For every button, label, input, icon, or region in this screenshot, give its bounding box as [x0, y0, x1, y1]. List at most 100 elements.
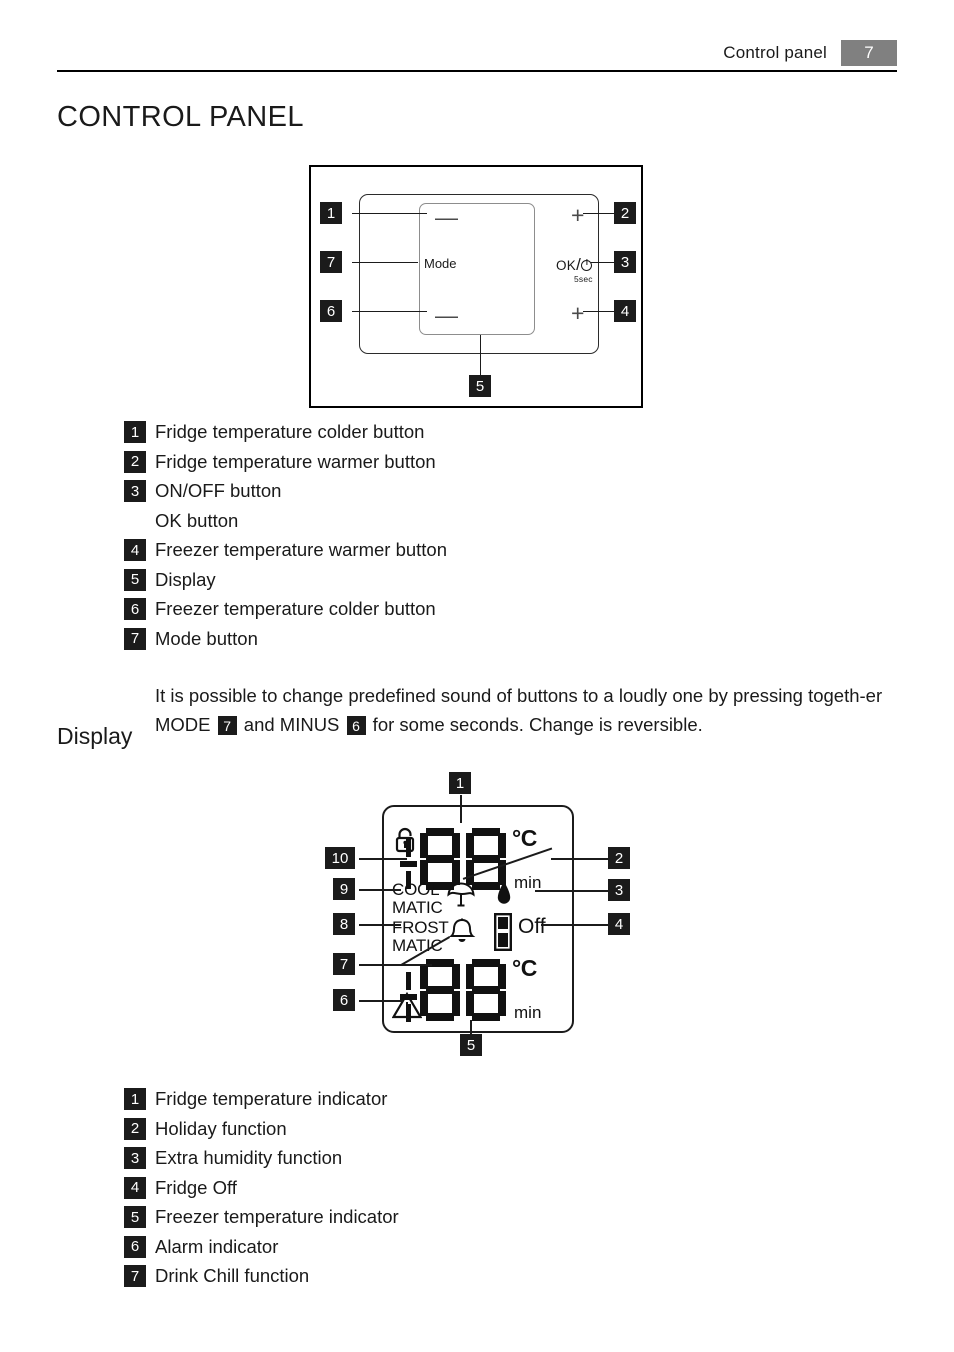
sound-change-note: It is possible to change predefined soun… [155, 681, 900, 739]
legend-text: Alarm indicator [155, 1235, 279, 1257]
digit [466, 959, 506, 1021]
list-item: 4 Fridge Off [124, 1176, 399, 1199]
list-item: 6 Alarm indicator [124, 1235, 399, 1258]
humidity-droplet-icon [496, 881, 512, 907]
legend-text: Mode button [155, 627, 258, 649]
warning-triangle-icon [392, 992, 422, 1019]
legend-text: Drink Chill function [155, 1265, 310, 1286]
display-callout-1: 1 [449, 772, 471, 794]
umbrella-holiday-icon [446, 881, 476, 911]
callout-1: 1 [320, 202, 342, 224]
list-item: 2 Fridge temperature warmer button [124, 450, 447, 473]
note-line-2c: for some seconds. Change is reversible. [367, 713, 703, 735]
display-legend: 1 Fridge temperature indicator 2 Holiday… [124, 1088, 399, 1295]
display-callout-9: 9 [333, 878, 355, 900]
display-figure: °C min COOL MATIC FROST MATIC Off °C min… [313, 772, 643, 1067]
leader-6 [352, 311, 427, 313]
section-title-display: Display [57, 723, 133, 749]
list-item: 1 Fridge temperature colder button [124, 421, 447, 443]
page-number-badge: 7 [841, 40, 897, 66]
legend-text: Fridge temperature indicator [155, 1088, 388, 1109]
callout-2: 2 [614, 202, 636, 224]
page-title: CONTROL PANEL [57, 101, 304, 133]
plus-freezer-glyph: + [571, 300, 585, 326]
celsius-unit-fridge: °C [512, 825, 537, 851]
list-item: 7 Drink Chill function [124, 1265, 399, 1287]
alarm-bell-icon [448, 917, 476, 945]
callout-3: 3 [614, 251, 636, 273]
display-callout-7: 7 [333, 953, 355, 975]
page-header: Control panel 7 [57, 38, 897, 72]
legend-badge: 3 [124, 480, 146, 502]
legend-badge: 4 [124, 539, 146, 561]
list-item: 5 Display [124, 568, 447, 591]
legend-text: Extra humidity function [155, 1147, 343, 1168]
fridge-off-icon [494, 913, 512, 951]
padlock-icon [394, 827, 416, 853]
min-unit-freezer: min [514, 1003, 542, 1022]
list-item: 7 Mode button [124, 627, 447, 650]
legend-badge: 4 [124, 1176, 146, 1199]
leader-display-7 [359, 964, 432, 966]
legend-badge: 2 [124, 450, 146, 473]
list-item: 3 Extra humidity function [124, 1147, 399, 1169]
legend-text: Holiday function [155, 1117, 287, 1139]
minus-fridge-glyph: — [435, 204, 458, 230]
callout-4: 4 [614, 300, 636, 322]
legend-text: Fridge temperature warmer button [155, 450, 436, 472]
legend-badge: 5 [124, 1206, 146, 1228]
legend-badge: 1 [124, 421, 146, 443]
callout-5: 5 [469, 375, 491, 397]
coolmatic-label: COOL MATIC [392, 880, 443, 917]
leader-1 [352, 213, 427, 215]
control-panel-figure: — Mode — + + OK/ 5sec 1 2 3 4 5 7 6 [309, 165, 643, 408]
mode-button-label: Mode [424, 256, 457, 271]
legend-text: Fridge temperature colder button [155, 421, 425, 442]
legend-badge: 7 [124, 627, 146, 650]
header-title: Control panel [723, 43, 827, 62]
leader-display-3 [535, 890, 608, 892]
leader-display-6 [359, 1000, 403, 1002]
legend-badge: 2 [124, 1117, 146, 1140]
display-callout-2: 2 [608, 847, 630, 869]
celsius-unit-freezer: °C [512, 955, 537, 981]
leader-display-10 [359, 858, 407, 860]
list-item: 3 ON/OFF button [124, 480, 447, 502]
callout-6: 6 [320, 300, 342, 322]
display-callout-5: 5 [460, 1034, 482, 1056]
note-line-1: It is possible to change predefined soun… [155, 684, 866, 706]
legend-text: Freezer temperature colder button [155, 598, 436, 619]
callout-7: 7 [320, 251, 342, 273]
lcd-panel: °C min COOL MATIC FROST MATIC Off °C min [382, 805, 574, 1033]
display-callout-10: 10 [325, 847, 355, 869]
legend-text: OK button [155, 509, 239, 531]
display-callout-6: 6 [333, 989, 355, 1011]
list-item: 4 Freezer temperature warmer button [124, 539, 447, 561]
leader-display-9 [359, 889, 401, 891]
legend-text: Freezer temperature warmer button [155, 539, 448, 560]
legend-badge: 3 [124, 1147, 146, 1169]
legend-badge: 5 [124, 568, 146, 591]
legend-badge: 1 [124, 1088, 146, 1110]
note-badge-mode: 7 [217, 716, 237, 736]
digit [420, 959, 460, 1021]
legend-text: Fridge Off [155, 1176, 237, 1198]
leader-display-8 [359, 924, 401, 926]
note-line-2b: and MINUS [238, 713, 345, 735]
legend-text: Freezer temperature indicator [155, 1206, 399, 1227]
list-item: 6 Freezer temperature colder button [124, 598, 447, 620]
list-item: 1 Fridge temperature indicator [124, 1088, 399, 1110]
list-item: 5 Freezer temperature indicator [124, 1206, 399, 1228]
legend-text: ON/OFF button [155, 480, 282, 501]
legend-badge: 7 [124, 1265, 146, 1287]
list-item: 2 Holiday function [124, 1117, 399, 1140]
fridge-off-label: Off [518, 915, 546, 938]
ok-hold-seconds: 5sec [574, 274, 593, 284]
leader-display-1 [460, 795, 462, 823]
freezer-temperature-digits [420, 959, 506, 1026]
list-item: OK button [124, 510, 447, 532]
plus-fridge-glyph: + [571, 202, 585, 228]
ok-text: OK [556, 258, 577, 273]
display-callout-8: 8 [333, 913, 355, 935]
note-badge-minus: 6 [346, 716, 366, 736]
